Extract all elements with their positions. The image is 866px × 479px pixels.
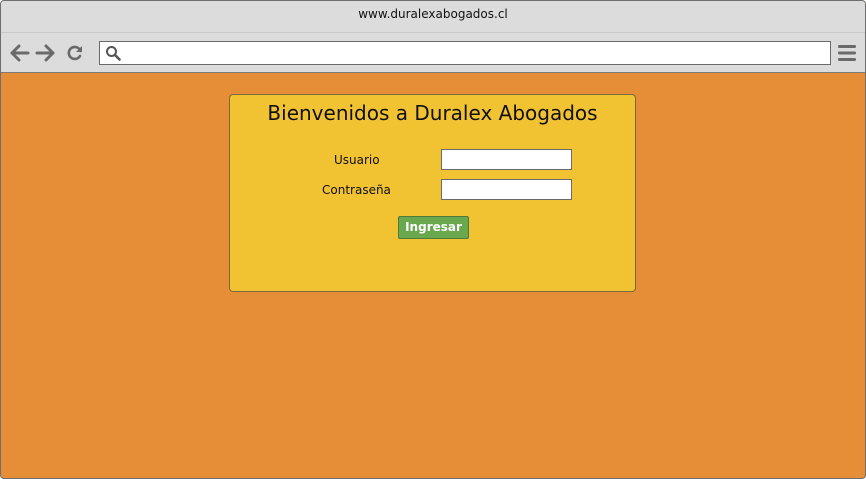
username-label: Usuario — [334, 153, 380, 167]
hamburger-menu-icon[interactable] — [838, 45, 856, 61]
browser-toolbar — [1, 33, 865, 73]
username-input[interactable] — [441, 149, 572, 170]
address-input[interactable] — [126, 43, 828, 63]
arrow-left-icon[interactable] — [10, 43, 30, 63]
password-label: Contraseña — [322, 183, 391, 197]
search-icon — [105, 45, 121, 61]
password-input[interactable] — [441, 179, 572, 200]
window-title: www.duralexabogados.cl — [358, 7, 508, 21]
window-title-bar: www.duralexabogados.cl — [1, 1, 865, 33]
login-button[interactable]: Ingresar — [398, 216, 469, 239]
reload-icon[interactable] — [65, 43, 85, 63]
address-bar[interactable] — [99, 41, 831, 65]
browser-window: www.duralexabogados.cl Bienvenidos a Dur… — [0, 0, 866, 479]
arrow-right-icon[interactable] — [35, 43, 55, 63]
login-card: Bienvenidos a Duralex Abogados Usuario C… — [229, 94, 636, 292]
login-title: Bienvenidos a Duralex Abogados — [267, 101, 598, 125]
